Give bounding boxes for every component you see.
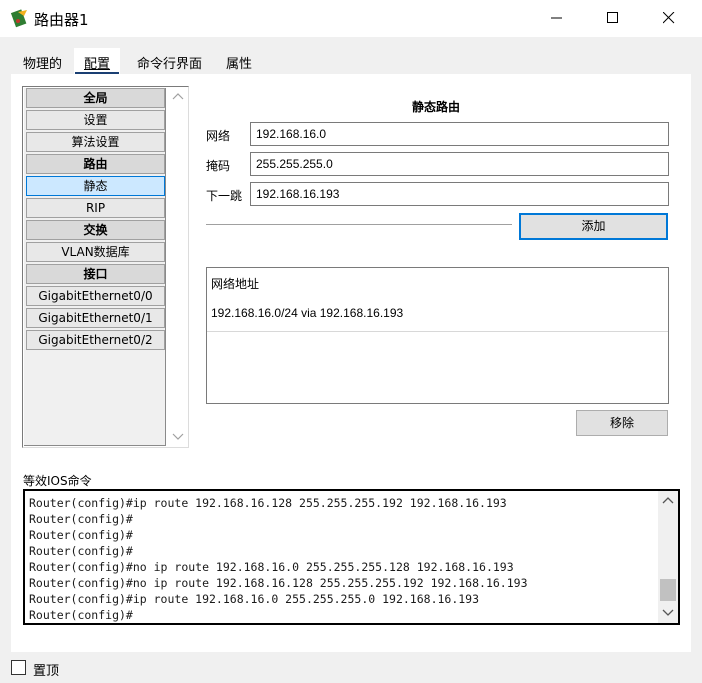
tab-cli[interactable]: 命令行界面 xyxy=(127,48,212,74)
remove-button[interactable]: 移除 xyxy=(576,410,668,436)
nav-item-vlan-db[interactable]: VLAN数据库 xyxy=(26,242,165,262)
ios-commands-box[interactable]: Router(config)#ip route 192.168.16.128 2… xyxy=(23,489,680,625)
route-row[interactable]: 192.168.16.0/24 via 192.168.16.193 xyxy=(211,306,403,320)
nav-header-global[interactable]: 全局 xyxy=(26,88,165,108)
separator xyxy=(206,224,512,226)
ios-line: Router(config)#no ip route 192.168.16.12… xyxy=(29,576,528,590)
nav-item-static[interactable]: 静态 xyxy=(26,176,165,196)
minimize-icon xyxy=(551,17,562,19)
ios-line: Router(config)#ip route 192.168.16.128 2… xyxy=(29,496,507,510)
nav-header-switching[interactable]: 交换 xyxy=(26,220,165,240)
next-hop-input[interactable] xyxy=(250,182,669,206)
config-nav-list: 全局 设置 算法设置 路由 静态 RIP 交换 VLAN数据库 接口 Gigab… xyxy=(22,86,189,448)
nav-item-rip[interactable]: RIP xyxy=(26,198,165,218)
next-hop-label: 下一跳 xyxy=(206,189,243,203)
tab-config[interactable]: 配置 xyxy=(74,48,121,76)
mask-input[interactable] xyxy=(250,152,669,176)
ios-line: Router(config)# xyxy=(29,544,133,558)
topmost-checkbox[interactable] xyxy=(11,660,26,675)
scroll-thumb[interactable] xyxy=(660,579,676,601)
nav-item-algorithm[interactable]: 算法设置 xyxy=(26,132,165,152)
window-title: 路由器1 xyxy=(34,11,89,29)
close-icon xyxy=(663,12,675,24)
nav-item-gi0-0[interactable]: GigabitEthernet0/0 xyxy=(26,286,165,306)
nav-header-interface[interactable]: 接口 xyxy=(26,264,165,284)
route-table: 网络地址 192.168.16.0/24 via 192.168.16.193 xyxy=(206,267,669,404)
static-route-title: 静态路由 xyxy=(412,100,461,114)
title-bar: 路由器1 xyxy=(0,0,702,37)
nav-item-settings[interactable]: 设置 xyxy=(26,110,165,130)
close-button[interactable] xyxy=(646,0,692,37)
topmost-label: 置顶 xyxy=(33,664,60,679)
scroll-up-icon[interactable] xyxy=(168,89,188,105)
scroll-down-icon[interactable] xyxy=(168,429,188,445)
ios-line: Router(config)#no ip route 192.168.16.0 … xyxy=(29,560,514,574)
nav-scrollbar[interactable] xyxy=(168,87,188,447)
tab-attributes[interactable]: 属性 xyxy=(216,48,262,74)
ios-commands-label: 等效IOS命令 xyxy=(23,474,92,488)
minimize-button[interactable] xyxy=(534,0,580,37)
router-icon xyxy=(10,8,30,28)
scroll-down-icon[interactable] xyxy=(658,605,678,621)
maximize-icon xyxy=(607,12,618,23)
ios-scrollbar[interactable] xyxy=(658,491,678,623)
ios-line: Router(config)#ip route 192.168.16.0 255… xyxy=(29,592,480,606)
scroll-up-icon[interactable] xyxy=(658,493,678,509)
nav-item-gi0-2[interactable]: GigabitEthernet0/2 xyxy=(26,330,165,350)
maximize-button[interactable] xyxy=(590,0,636,37)
add-button[interactable]: 添加 xyxy=(519,213,668,240)
nav-item-gi0-1[interactable]: GigabitEthernet0/1 xyxy=(26,308,165,328)
route-table-header: 网络地址 xyxy=(211,277,260,291)
route-row-divider xyxy=(207,331,668,332)
config-nav-items: 全局 设置 算法设置 路由 静态 RIP 交换 VLAN数据库 接口 Gigab… xyxy=(24,88,166,446)
ios-line: Router(config)# xyxy=(29,608,133,622)
ios-line: Router(config)# xyxy=(29,528,133,542)
mask-label: 掩码 xyxy=(206,159,231,173)
network-input[interactable] xyxy=(250,122,669,146)
tab-physical[interactable]: 物理的 xyxy=(13,48,72,74)
network-label: 网络 xyxy=(206,129,231,143)
ios-line: Router(config)# xyxy=(29,512,133,526)
nav-header-routing[interactable]: 路由 xyxy=(26,154,165,174)
